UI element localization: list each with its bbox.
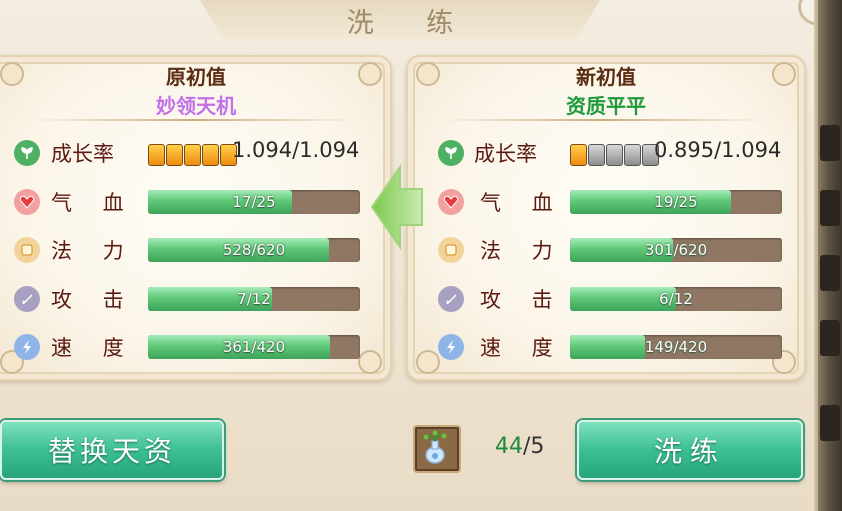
wash-button[interactable]: 洗练 bbox=[577, 420, 803, 480]
stat-attack-label: 攻 击 bbox=[51, 288, 136, 312]
stat-hp-bar: 17/25 bbox=[148, 190, 360, 214]
stat-hp-label: 气 血 bbox=[480, 191, 565, 215]
lightning-icon bbox=[438, 334, 464, 360]
sword-icon bbox=[438, 286, 464, 312]
original-values-heading: 原初值 bbox=[166, 65, 226, 89]
stat-attack-row: 攻 击 6/12 bbox=[408, 279, 804, 319]
stat-hp-bar: 19/25 bbox=[570, 190, 782, 214]
stat-attack-value: 6/12 bbox=[659, 290, 693, 308]
item-count: 44/5 bbox=[495, 434, 545, 459]
growth-star bbox=[202, 144, 219, 166]
growth-value: 0.895/1.094 bbox=[654, 138, 782, 162]
arrow-left-icon bbox=[370, 163, 423, 251]
original-quality-label: 妙领天机 bbox=[156, 94, 236, 118]
stat-hp-value: 17/25 bbox=[232, 193, 276, 211]
sword-icon bbox=[14, 286, 40, 312]
growth-label: 成长率 bbox=[474, 142, 537, 166]
stat-speed-value: 361/420 bbox=[222, 338, 286, 356]
scroll-icon bbox=[438, 237, 464, 263]
stat-mp-bar: 301/620 bbox=[570, 238, 782, 262]
sprout-icon bbox=[438, 140, 464, 166]
stat-mp-row: 法 力 528/620 bbox=[0, 230, 390, 270]
growth-row: 成长率 1.094/1.094 bbox=[0, 133, 390, 173]
stat-attack-bar: 6/12 bbox=[570, 287, 782, 311]
stat-speed-bar: 361/420 bbox=[148, 335, 360, 359]
original-values-panel: 原初值 妙领天机 成长率 1.094/1.094 气 血 17/25 法 力 528/… bbox=[0, 55, 392, 381]
growth-star bbox=[588, 144, 605, 166]
growth-value: 1.094/1.094 bbox=[232, 138, 360, 162]
growth-star bbox=[570, 144, 587, 166]
new-values-heading: 新初值 bbox=[576, 65, 636, 89]
dialog-title: 洗 练 bbox=[346, 7, 476, 39]
sprout-icon bbox=[14, 140, 40, 166]
stat-speed-row: 速 度 149/420 bbox=[408, 327, 804, 367]
growth-stars bbox=[570, 144, 659, 166]
stat-attack-value: 7/12 bbox=[237, 290, 271, 308]
stat-mp-label: 法 力 bbox=[480, 239, 565, 263]
stat-speed-row: 速 度 361/420 bbox=[0, 327, 390, 367]
stat-mp-label: 法 力 bbox=[51, 239, 136, 263]
stat-hp-row: 气 血 19/25 bbox=[408, 182, 804, 222]
growth-label: 成长率 bbox=[51, 142, 114, 166]
heart-icon bbox=[14, 189, 40, 215]
stat-attack-label: 攻 击 bbox=[480, 288, 565, 312]
stat-mp-row: 法 力 301/620 bbox=[408, 230, 804, 270]
stat-speed-value: 149/420 bbox=[644, 338, 708, 356]
new-quality-label: 资质平平 bbox=[566, 94, 646, 118]
stat-mp-value: 301/620 bbox=[644, 241, 708, 259]
replace-talent-button[interactable]: 替换天资 bbox=[0, 420, 224, 480]
stat-speed-label: 速 度 bbox=[51, 336, 136, 360]
background-edge bbox=[818, 0, 842, 511]
growth-star bbox=[624, 144, 641, 166]
wash-dialog: 洗 练 原初值 妙领天机 成长率 1.094/1.094 气 血 17/25 法 力… bbox=[0, 0, 842, 511]
stat-speed-bar: 149/420 bbox=[570, 335, 782, 359]
stat-hp-label: 气 血 bbox=[51, 191, 136, 215]
new-values-panel: 新初值 资质平平 成长率 0.895/1.094 气 血 19/25 法 力 301/… bbox=[406, 55, 806, 381]
heart-icon bbox=[438, 189, 464, 215]
stat-mp-value: 528/620 bbox=[222, 241, 286, 259]
stat-hp-row: 气 血 17/25 bbox=[0, 182, 390, 222]
lightning-icon bbox=[14, 334, 40, 360]
stat-speed-label: 速 度 bbox=[480, 336, 565, 360]
growth-stars bbox=[148, 144, 237, 166]
stat-attack-bar: 7/12 bbox=[148, 287, 360, 311]
growth-star bbox=[606, 144, 623, 166]
growth-star bbox=[166, 144, 183, 166]
title-banner: 洗 练 bbox=[200, 0, 600, 40]
growth-star bbox=[148, 144, 165, 166]
growth-star bbox=[184, 144, 201, 166]
scroll-icon bbox=[14, 237, 40, 263]
stat-attack-row: 攻 击 7/12 bbox=[0, 279, 390, 319]
potion-icon[interactable] bbox=[413, 425, 461, 473]
stat-hp-value: 19/25 bbox=[654, 193, 698, 211]
growth-row: 成长率 0.895/1.094 bbox=[408, 133, 804, 173]
stat-mp-bar: 528/620 bbox=[148, 238, 360, 262]
